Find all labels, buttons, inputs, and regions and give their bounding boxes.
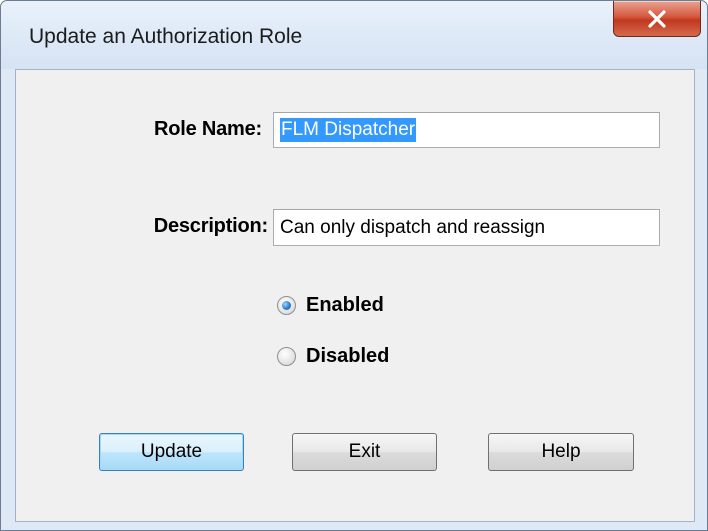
- title-bar[interactable]: Update an Authorization Role: [1, 1, 707, 69]
- role-name-field[interactable]: FLM Dispatcher: [273, 112, 660, 148]
- window-title: Update an Authorization Role: [29, 25, 303, 48]
- radio-enabled[interactable]: Enabled: [277, 294, 384, 317]
- radio-disabled-indicator[interactable]: [277, 347, 296, 366]
- radio-enabled-label: Enabled: [306, 294, 384, 316]
- description-value: Can only dispatch and reassign: [280, 216, 546, 238]
- radio-disabled[interactable]: Disabled: [277, 345, 389, 368]
- description-field[interactable]: Can only dispatch and reassign: [273, 209, 660, 246]
- description-label: Description:: [153, 215, 268, 237]
- dialog-window: Update an Authorization Role Role Name: …: [0, 0, 708, 531]
- dialog-content: Role Name: FLM Dispatcher Description: C…: [15, 69, 695, 522]
- role-name-value: FLM Dispatcher: [280, 118, 417, 142]
- close-icon: [648, 9, 666, 28]
- role-name-label: Role Name:: [153, 118, 262, 140]
- help-button[interactable]: Help: [488, 433, 634, 471]
- close-button[interactable]: [613, 1, 701, 37]
- radio-enabled-indicator[interactable]: [277, 296, 296, 315]
- radio-disabled-label: Disabled: [306, 345, 390, 367]
- exit-button[interactable]: Exit: [292, 433, 437, 471]
- update-button[interactable]: Update: [99, 433, 244, 471]
